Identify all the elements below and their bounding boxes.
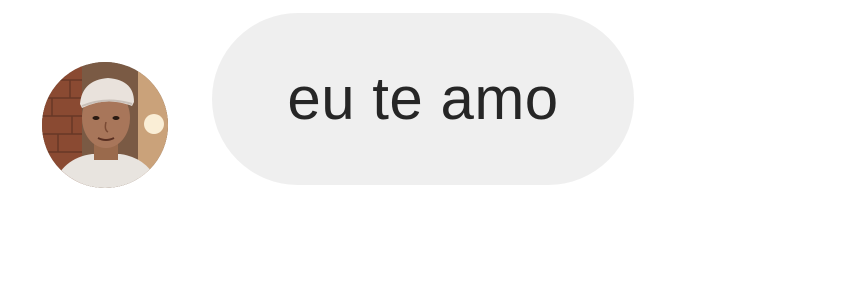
sender-avatar[interactable] (42, 62, 168, 188)
sender-photo-icon (42, 62, 168, 188)
message-text: eu te amo (287, 65, 559, 132)
received-message-row: eu te amo (0, 0, 868, 289)
message-bubble[interactable]: eu te amo (212, 13, 634, 185)
